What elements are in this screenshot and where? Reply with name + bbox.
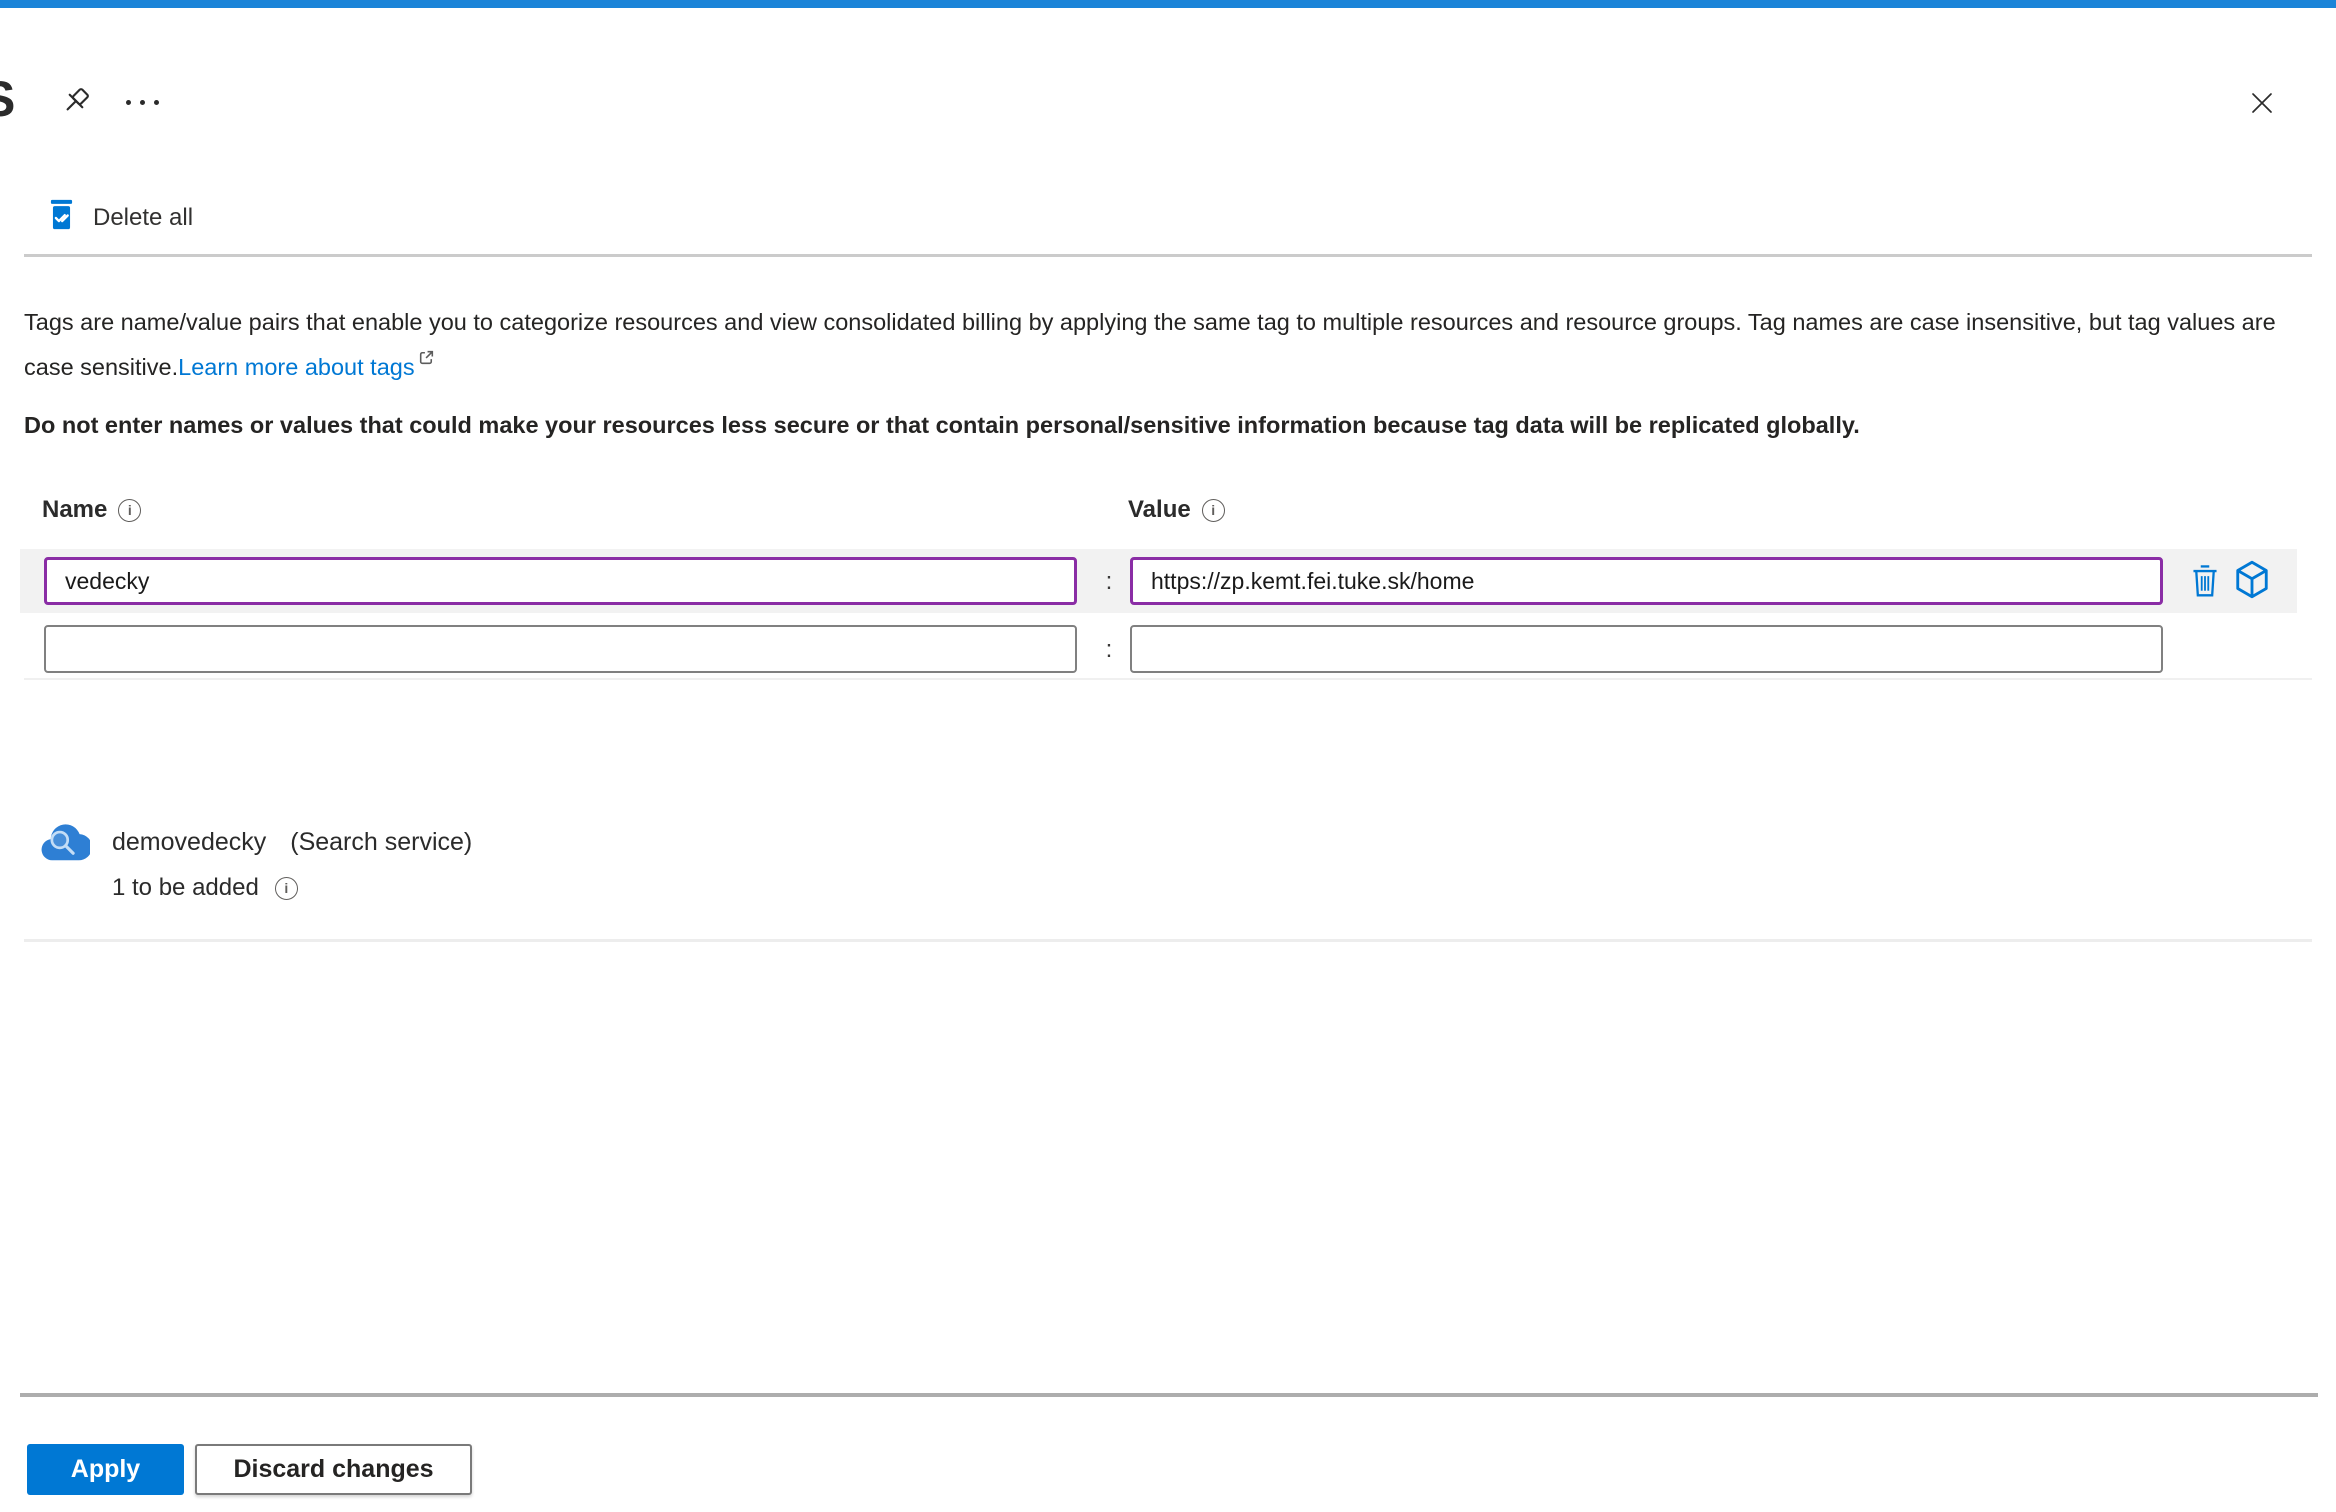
resource-status: 1 to be added [112,874,259,901]
resource-status-row: 1 to be added i [112,874,298,902]
rows-divider [24,678,2312,680]
name-column-header: Name i [42,496,142,524]
delete-all-label: Delete all [93,204,194,231]
status-info-icon[interactable]: i [274,876,298,900]
value-column-header: Value i [1128,496,1225,524]
tag-name-input-2[interactable] [44,625,1077,673]
tags-warning: Do not enter names or values that could … [24,412,1860,438]
discard-changes-button[interactable]: Discard changes [195,1444,472,1495]
tag-resource-button[interactable] [2234,560,2270,602]
apply-button[interactable]: Apply [27,1444,184,1495]
delete-all-button[interactable]: Delete all [42,198,199,238]
page-title-partial: S [0,74,15,124]
row1-separator: : [1105,568,1113,595]
name-header-label: Name [42,496,108,523]
tags-description: Tags are name/value pairs that enable yo… [24,304,2318,386]
close-icon [2247,88,2277,121]
tag-value-input-2[interactable] [1130,625,2163,673]
learn-more-link[interactable]: Learn more about tags [178,354,414,380]
value-info-icon[interactable]: i [1201,498,1225,522]
top-accent-bar [0,0,2336,8]
trash-check-icon [48,199,75,237]
search-service-icon [40,820,92,867]
cube-icon [2234,560,2270,602]
more-icon [125,99,131,105]
resource-name: demovedecky [112,828,267,856]
footer-divider [20,1393,2318,1397]
value-header-label: Value [1128,496,1191,523]
name-info-icon[interactable]: i [118,498,142,522]
more-options-button[interactable] [120,82,164,122]
pushpin-icon [57,82,95,123]
row2-separator: : [1105,636,1113,663]
section-divider [24,939,2312,942]
resource-row: demovedecky (Search service) [112,828,472,857]
tag-name-input-1[interactable] [44,557,1077,605]
trash-icon [2190,565,2220,601]
delete-tag-row-button[interactable] [2190,564,2220,601]
close-button[interactable] [2240,82,2284,126]
tag-value-input-1[interactable] [1130,557,2163,605]
toolbar-divider [24,254,2312,257]
resource-type: (Search service) [290,828,473,856]
pin-button[interactable] [54,80,98,124]
external-link-icon [417,341,436,378]
